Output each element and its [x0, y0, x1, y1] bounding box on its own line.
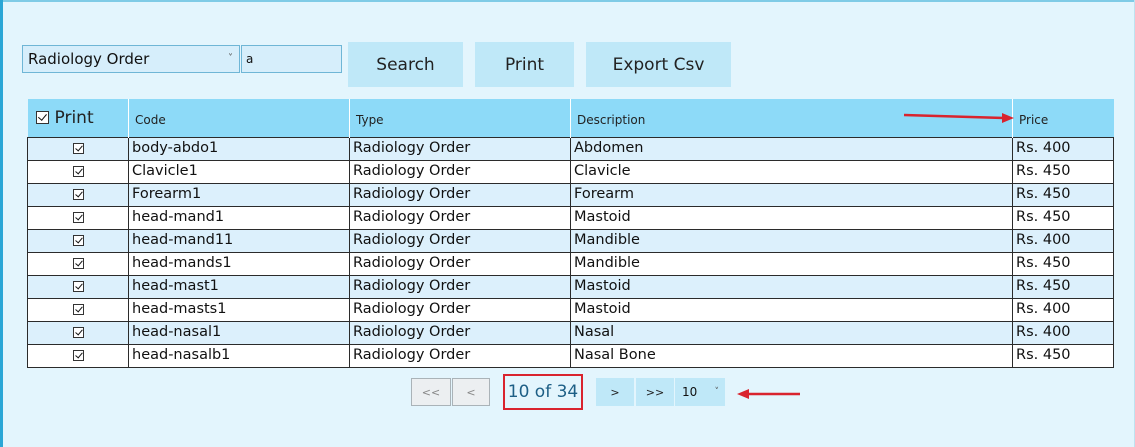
first-page-button[interactable]: << [411, 378, 451, 406]
arrow-head-icon [737, 389, 749, 399]
arrow-to-page-size [737, 389, 800, 399]
last-page-button[interactable]: >> [636, 378, 674, 406]
chevron-down-icon: ˅ [714, 387, 720, 397]
page-size-select[interactable]: 10 ˅ [675, 378, 725, 406]
arrow-head-icon [1002, 113, 1014, 123]
arrow-line [903, 113, 1005, 120]
next-page-button[interactable]: > [596, 378, 634, 406]
prev-page-button[interactable]: < [452, 378, 490, 406]
page-indicator: 10 of 34 [503, 374, 583, 410]
page-size-value: 10 [682, 385, 698, 399]
arrow-to-price-header [903, 113, 1014, 123]
